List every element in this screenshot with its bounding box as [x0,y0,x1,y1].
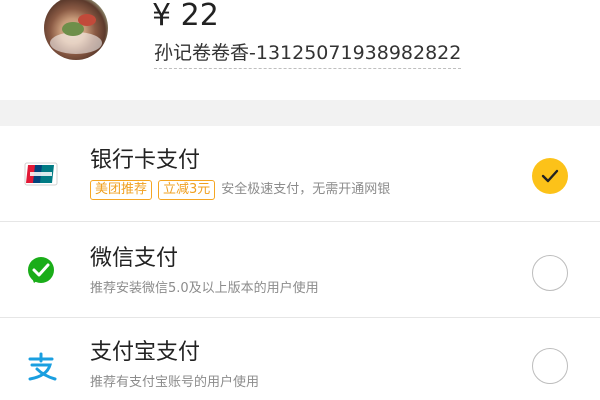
payment-description: 推荐有支付宝账号的用户使用 [90,375,260,390]
recommend-tag: 美团推荐 [90,180,153,200]
receipt-edge [0,96,600,104]
select-radio[interactable] [532,348,568,384]
shop-avatar [44,0,108,60]
payment-description: 安全极速支付，无需开通网银 [221,182,391,197]
wechat-pay-icon [24,256,58,286]
select-radio-checked[interactable] [532,158,568,194]
payment-tags-line: 美团推荐 立减3元 安全极速支付，无需开通网银 [90,180,390,201]
payment-method-list: 银行卡支付 美团推荐 立减3元 安全极速支付，无需开通网银 微信支付 推荐安装微… [0,126,600,400]
order-header: ¥ 22 孙记卷卷香-13125071938982822 [0,0,600,100]
payment-title: 支付宝支付 [90,340,201,365]
payment-screen: ¥ 22 孙记卷卷香-13125071938982822 银行卡支付 美团推荐立… [0,0,600,400]
payment-description: 推荐安装微信5.0及以上版本的用户使用 [90,281,319,296]
payment-option-wechat[interactable]: 微信支付 推荐安装微信5.0及以上版本的用户使用 [0,222,600,318]
checkmark-icon [541,169,559,183]
order-amount: ¥ 22 [152,0,219,33]
payment-title: 微信支付 [90,246,179,271]
payment-option-bank-card[interactable]: 银行卡支付 美团推荐 立减3元 安全极速支付，无需开通网银 [0,126,600,222]
payment-title: 银行卡支付 [90,148,201,173]
alipay-icon [24,352,58,382]
payment-option-alipay[interactable]: 支付宝支付 推荐有支付宝账号的用户使用 [0,318,600,400]
merchant-name: 孙记卷卷香-13125071938982822 [154,40,462,69]
unionpay-card-icon [24,159,58,189]
select-radio[interactable] [532,255,568,291]
discount-tag: 立减3元 [158,180,216,200]
